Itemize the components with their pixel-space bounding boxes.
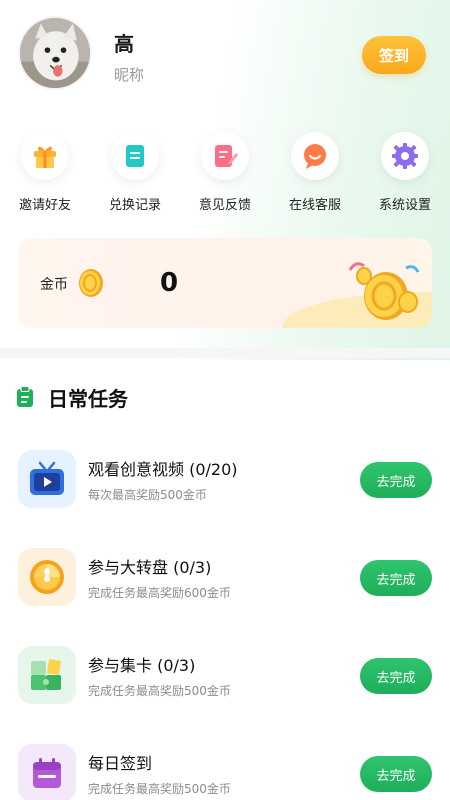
quick-action-label: 系统设置 [378,198,431,213]
settings-icon [392,143,418,169]
task-item-watch-video: 观看创意视频 (0/20) 每次最高奖励500金币 去完成 [18,450,432,516]
task-go-complete-button[interactable]: 去完成 [360,756,432,792]
quick-action-invite-friends[interactable]: 邀请好友 [0,132,90,220]
checkin-button[interactable]: 签到 [362,36,426,74]
task-title: 参与大转盘 (0/3) [88,558,212,577]
dog-avatar-icon [20,18,90,88]
coin-stack-icon [348,262,420,320]
task-item-daily-checkin: 每日签到 完成任务最高奖励500金币 去完成 [18,744,432,800]
task-description: 完成任务最高奖励500金币 [88,684,231,698]
wheel-icon [30,560,64,594]
quick-action-online-service[interactable]: 在线客服 [270,132,360,220]
quick-action-exchange-records[interactable]: 兑换记录 [90,132,180,220]
task-description: 完成任务最高奖励500金币 [88,782,231,796]
task-go-complete-button[interactable]: 去完成 [360,560,432,596]
task-description: 每次最高奖励500金币 [88,488,207,502]
quick-actions-row: 邀请好友 兑换记录 意见反馈 在线客服 系统设置 [0,132,450,220]
task-title: 观看创意视频 (0/20) [88,460,238,479]
user-nickname: 昵称 [114,66,145,84]
task-go-complete-button[interactable]: 去完成 [360,658,432,694]
task-title: 参与集卡 (0/3) [88,656,196,675]
section-title: 日常任务 [48,386,128,411]
profile-section: 高 昵称 签到 [18,16,432,96]
puzzle-icon [31,659,61,690]
task-go-complete-button[interactable]: 去完成 [360,462,432,498]
quick-action-feedback[interactable]: 意见反馈 [180,132,270,220]
coin-value: 0 [160,268,179,298]
task-item-collect-cards: 参与集卡 (0/3) 完成任务最高奖励500金币 去完成 [18,646,432,712]
daily-tasks-header: 日常任务 [16,382,128,412]
task-title: 每日签到 [88,754,153,773]
task-description: 完成任务最高奖励600金币 [88,586,231,600]
clipboard-icon [17,386,33,407]
task-item-lucky-wheel: 参与大转盘 (0/3) 完成任务最高奖励600金币 去完成 [18,548,432,614]
coin-label: 金币 [40,277,68,293]
gift-icon [34,146,56,168]
video-tv-icon [30,461,64,495]
avatar[interactable] [18,16,92,90]
calendar-icon [33,758,61,788]
quick-action-label: 邀请好友 [18,198,71,213]
quick-action-system-settings[interactable]: 系统设置 [360,132,450,220]
quick-action-label: 在线客服 [288,198,341,213]
section-divider [0,348,450,358]
quick-action-label: 兑换记录 [108,198,161,213]
coin-balance-card: 金币 0 [18,238,432,328]
quick-action-label: 意见反馈 [198,198,251,213]
feedback-icon [215,145,238,167]
chat-icon [304,144,326,169]
record-icon [126,145,144,167]
coin-icon [79,269,103,297]
user-name: 高 [114,32,134,56]
